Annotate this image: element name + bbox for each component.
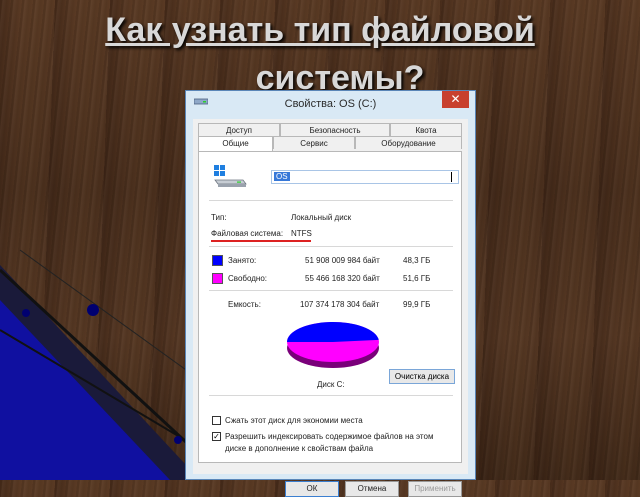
used-bytes: 51 908 009 984 байт [305,256,380,265]
capacity-bytes: 107 374 178 304 байт [300,300,380,309]
general-tab-panel: OS Тип: Локальный диск Файловая система:… [198,151,462,463]
filesystem-value: NTFS [291,229,312,238]
separator [209,395,453,396]
decoration-dot [22,309,30,317]
separator [209,246,453,247]
free-bytes: 55 466 168 320 байт [305,274,380,283]
compress-label: Сжать этот диск для экономии места [225,416,363,425]
free-size: 51,6 ГБ [403,274,431,283]
tab-security[interactable]: Безопасность [280,123,390,136]
title-bar[interactable]: Свойства: OS (C:) ✕ [186,91,475,119]
decorative-lines [0,249,200,480]
ok-button[interactable]: ОК [285,481,339,497]
dialog-client: Доступ Безопасность Квота Общие Сервис О… [193,119,468,497]
properties-window: Свойства: OS (C:) ✕ Доступ Безопасность … [185,90,476,497]
tab-sharing[interactable]: Доступ [198,123,280,136]
filesystem-label: Файловая система: [211,229,284,238]
apply-button[interactable]: Применить [408,481,462,497]
used-color-swatch [212,255,223,266]
decoration-dot [174,436,182,444]
close-button[interactable]: ✕ [442,91,469,108]
tab-tools[interactable]: Сервис [273,136,355,149]
windows-drive-icon [214,165,247,187]
checkmark-icon: ✓ [213,432,220,441]
drive-name-value: OS [274,172,290,181]
capacity-label: Емкость: [228,300,261,309]
free-color-swatch [212,273,223,284]
used-label: Занято: [228,256,257,265]
index-label-line1: Разрешить индексировать содержимое файло… [225,432,434,441]
disk-label: Диск C: [317,380,345,389]
disk-cleanup-button[interactable]: Очистка диска [389,369,455,384]
type-label: Тип: [211,213,227,222]
text-caret [451,172,452,182]
tab-quota[interactable]: Квота [390,123,462,136]
separator [209,290,453,291]
tab-hardware[interactable]: Оборудование [355,136,462,149]
index-checkbox[interactable]: ✓ [212,432,221,441]
drive-name-input[interactable]: OS [271,170,459,184]
close-icon: ✕ [450,92,461,106]
compress-checkbox[interactable] [212,416,221,425]
tab-general[interactable]: Общие [198,136,273,151]
capacity-size: 99,9 ГБ [403,300,431,309]
free-label: Свободно: [228,274,267,283]
disk-usage-pie [287,321,379,368]
pie-used-slice [287,321,379,342]
separator [209,200,453,201]
window-title: Свойства: OS (C:) [284,98,377,110]
filesystem-highlight-underline [211,240,311,242]
decoration-blue-wedge [0,300,170,480]
type-value: Локальный диск [291,213,352,222]
decoration-dot [87,304,99,316]
used-size: 48,3 ГБ [403,256,431,265]
index-label-line2: диске в дополнение к свойствам файла [225,444,374,453]
cancel-button[interactable]: Отмена [345,481,399,497]
